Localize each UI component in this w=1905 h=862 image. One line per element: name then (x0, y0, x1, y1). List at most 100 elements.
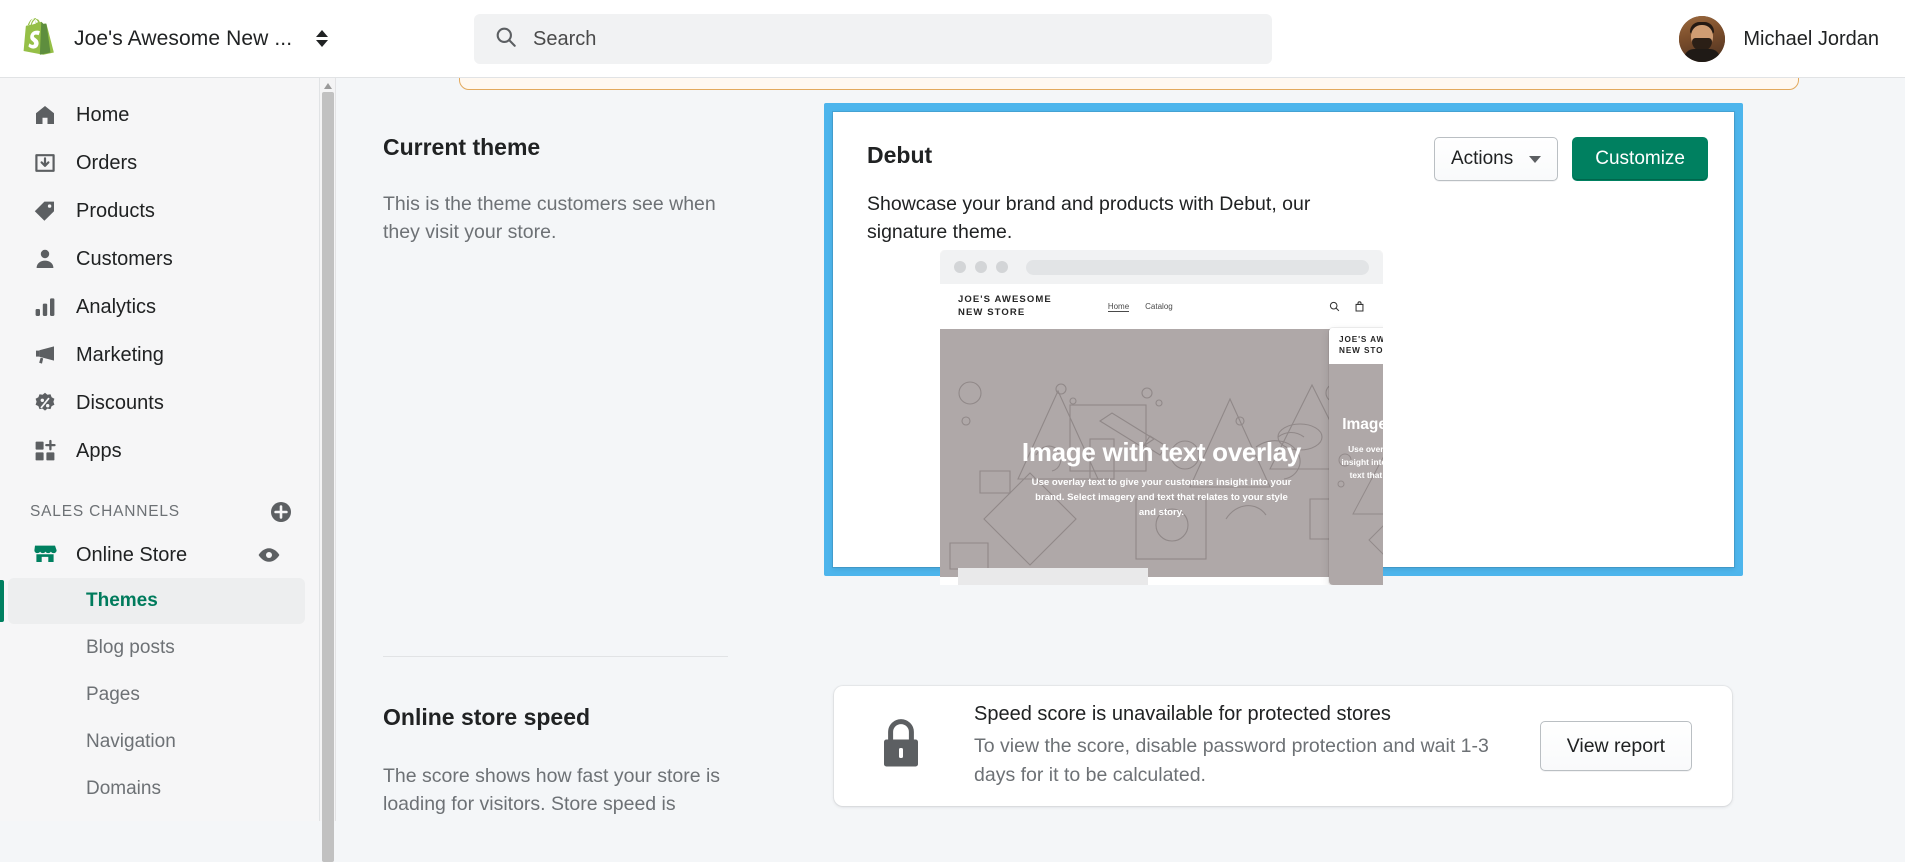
theme-card-actions: Actions Customize (1433, 137, 1708, 181)
preview-site: JOE'S AWESOME NEW STORE Home Catalog Ima… (940, 284, 1383, 585)
user-menu[interactable]: Michael Jordan (1679, 16, 1879, 62)
browser-dot (954, 261, 966, 273)
store-name: Joe's Awesome New ... (74, 26, 293, 50)
home-icon (32, 102, 58, 128)
sidebar-item-domains[interactable]: Domains (8, 766, 305, 812)
speed-card-text: Speed score is unavailable for protected… (974, 703, 1540, 789)
mobile-hero-heading: Image with text overlay (1342, 416, 1383, 433)
desktop-preview: JOE'S AWESOME NEW STORE Home Catalog Ima… (940, 250, 1383, 585)
chevron-down-icon (1529, 155, 1542, 163)
customize-button[interactable]: Customize (1572, 137, 1708, 181)
sidebar-item-label: Discounts (76, 391, 164, 414)
sidebar-scrollbar[interactable] (320, 78, 336, 862)
sidebar-item-apps[interactable]: Apps (8, 428, 307, 474)
customize-button-label: Customize (1595, 148, 1685, 169)
discount-percent-icon (32, 390, 58, 416)
section-title: Online store speed (383, 704, 591, 730)
scrollbar-thumb[interactable] (322, 92, 334, 862)
theme-card: Debut Showcase your brand and products w… (833, 112, 1734, 585)
sidebar-item-pages[interactable]: Pages (8, 672, 305, 718)
top-bar: Joe's Awesome New ... Search Michael Jor… (0, 0, 1905, 78)
caret-up (316, 30, 329, 37)
sidebar-item-label: Blog posts (86, 637, 175, 658)
preview-hero-body: Use overlay text to give your customers … (1031, 477, 1292, 518)
sidebar-item-online-store[interactable]: Online Store (8, 532, 307, 578)
preview-nav-home: Home (1107, 301, 1130, 312)
search-placeholder: Search (533, 27, 597, 50)
mobile-store-logo: JOE'S AWESOMENEW STORE (1339, 335, 1383, 355)
user-name: Michael Jordan (1743, 27, 1879, 50)
mobile-preview-hero: Image with text overlay Use overlay text… (1329, 364, 1383, 585)
sidebar-item-label: Themes (86, 590, 158, 611)
browser-dot (996, 261, 1008, 273)
scroll-up-arrow-icon[interactable] (324, 83, 332, 89)
preview-site-header: JOE'S AWESOME NEW STORE Home Catalog (940, 284, 1383, 329)
sidebar-item-label: Orders (76, 151, 138, 174)
sidebar-item-themes[interactable]: Themes (0, 578, 305, 624)
actions-button-label: Actions (1450, 148, 1514, 169)
sidebar-item-label: Pages (86, 684, 140, 705)
sidebar-item-label: Domains (86, 778, 161, 799)
main-content: Current theme This is the theme customer… (337, 78, 1905, 821)
browser-chrome-bar (940, 250, 1383, 284)
view-report-button[interactable]: View report (1539, 721, 1692, 771)
warning-banner (459, 78, 1799, 90)
sidebar-item-customers[interactable]: Customers (8, 236, 307, 282)
section-divider (383, 656, 728, 657)
search-icon (1329, 301, 1340, 312)
section-title: Current theme (383, 134, 541, 160)
primary-nav: Home Orders Products Customers Analytics… (0, 78, 319, 474)
shopify-bag-icon (20, 17, 58, 60)
sidebar-item-blog-posts[interactable]: Blog posts (8, 625, 305, 671)
sidebar-item-home[interactable]: Home (8, 92, 307, 138)
lock-icon (878, 718, 924, 775)
preview-site-nav: Home Catalog (1107, 301, 1173, 312)
section-description: This is the theme customers see when the… (383, 193, 716, 243)
speed-card-heading: Speed score is unavailable for protected… (974, 703, 1391, 726)
sidebar-item-marketing[interactable]: Marketing (8, 332, 307, 378)
caret-down (316, 40, 329, 47)
mobile-hero-text: Image with text overlay Use overlay text… (1329, 416, 1383, 483)
storefront-icon (32, 540, 58, 571)
person-icon (32, 246, 58, 272)
sidebar-item-products[interactable]: Products (8, 188, 307, 234)
section-description: The score shows how fast your store is l… (383, 765, 721, 821)
mobile-preview: JOE'S AWESOMENEW STORE (1329, 328, 1383, 585)
sales-channels-title: SALES CHANNELS (30, 503, 180, 520)
sidebar-item-label: Online Store (76, 543, 188, 566)
plus-circle-icon[interactable] (269, 500, 293, 524)
shopping-bag-icon (1355, 301, 1364, 312)
sidebar-item-navigation[interactable]: Navigation (8, 719, 305, 765)
browser-url-bar (1026, 259, 1369, 275)
view-report-button-label: View report (1566, 734, 1665, 757)
apps-grid-plus-icon (32, 438, 58, 464)
sidebar-item-discounts[interactable]: Discounts (8, 380, 307, 426)
sidebar-item-label: Analytics (76, 295, 157, 318)
theme-description: Showcase your brand and products with De… (867, 193, 1311, 243)
bar-chart-icon (32, 294, 58, 320)
mobile-hero-body: Use overlay text to give your customers … (1341, 443, 1383, 481)
sidebar-item-label: Customers (76, 247, 173, 270)
mobile-preview-header: JOE'S AWESOMENEW STORE (1329, 328, 1383, 364)
store-brand[interactable]: Joe's Awesome New ... (0, 17, 400, 60)
search-input[interactable]: Search (474, 14, 1272, 64)
sidebar: Home Orders Products Customers Analytics… (0, 78, 320, 821)
sidebar-item-orders[interactable]: Orders (8, 140, 307, 186)
sidebar-item-label: Navigation (86, 731, 176, 752)
preview-nav-catalog: Catalog (1145, 301, 1173, 311)
sales-channels-header: SALES CHANNELS (0, 476, 319, 532)
store-switcher-icon[interactable] (316, 30, 329, 47)
preview-hero: Image with text overlay Use overlay text… (940, 329, 1383, 577)
sidebar-item-analytics[interactable]: Analytics (8, 284, 307, 330)
eye-icon[interactable] (257, 543, 281, 567)
megaphone-icon (32, 342, 58, 368)
search-container[interactable]: Search (474, 14, 1272, 64)
sidebar-item-label: Home (76, 103, 130, 126)
store-speed-section: Online store speed The score shows how f… (383, 704, 743, 821)
current-theme-section: Current theme This is the theme customer… (383, 134, 728, 246)
actions-button[interactable]: Actions (1433, 137, 1559, 181)
sidebar-item-label: Marketing (76, 343, 164, 366)
preview-site-icons (1329, 301, 1365, 312)
sidebar-item-label: Apps (76, 439, 122, 462)
tag-icon (32, 198, 58, 224)
